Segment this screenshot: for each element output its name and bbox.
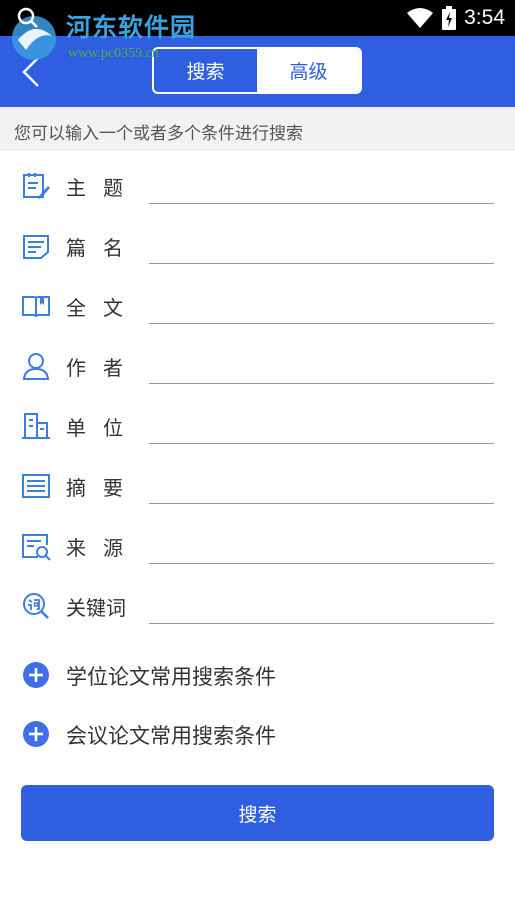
document-icon [23,235,49,259]
expander-conference-paper[interactable]: 会议论文常用搜索条件 [0,709,515,759]
field-label-institution: 单位 [66,416,140,440]
title-input[interactable] [149,228,494,264]
field-row-source: 来源 [0,518,515,578]
plus-circle-icon [23,721,49,747]
field-row-subject: 主题 [0,158,515,218]
field-label-author: 作者 [66,356,140,380]
person-icon [22,353,50,380]
expander-degree-thesis-label: 学位论文常用搜索条件 [66,665,276,689]
field-label-abstract: 摘要 [66,476,140,500]
subject-input[interactable] [149,168,494,204]
source-search-icon [22,534,51,561]
search-button[interactable]: 搜索 [21,785,494,841]
edit-list-icon [23,173,50,199]
field-label-title: 篇名 [66,236,140,260]
status-time: 3:54 [464,6,505,29]
field-row-keyword: 关键词 [0,578,515,638]
plus-circle-icon [23,662,49,688]
keyword-input[interactable] [149,588,494,624]
field-label-fulltext: 全文 [66,296,140,320]
watermark: 河东软件园 www.pc0359.cn [4,6,224,66]
field-label-source: 来源 [66,536,140,560]
battery-icon [442,6,457,30]
source-input[interactable] [149,528,494,564]
watermark-logo-icon [12,7,56,60]
field-row-abstract: 摘要 [0,458,515,518]
field-row-title: 篇名 [0,218,515,278]
field-label-keyword: 关键词 [66,596,126,620]
watermark-url: www.pc0359.cn [68,46,159,61]
keyword-search-icon [23,593,49,619]
wifi-icon [407,8,434,28]
tab-advanced[interactable]: 高级 [257,49,360,92]
abstract-input[interactable] [149,468,494,504]
building-icon [22,413,50,439]
author-input[interactable] [149,348,494,384]
field-row-institution: 单位 [0,398,515,458]
hint-text: 您可以输入一个或者多个条件进行搜索 [14,124,303,144]
watermark-title: 河东软件园 [66,13,197,42]
institution-input[interactable] [149,408,494,444]
abstract-icon [22,474,50,498]
field-row-fulltext: 全文 [0,278,515,338]
field-row-author: 作者 [0,338,515,398]
status-icons: 3:54 [406,5,505,31]
open-book-icon [22,296,50,318]
hint-bar: 您可以输入一个或者多个条件进行搜索 [0,107,515,151]
expander-degree-thesis[interactable]: 学位论文常用搜索条件 [0,650,515,700]
fulltext-input[interactable] [149,288,494,324]
field-label-subject: 主题 [66,176,140,200]
expander-conference-paper-label: 会议论文常用搜索条件 [66,724,276,748]
